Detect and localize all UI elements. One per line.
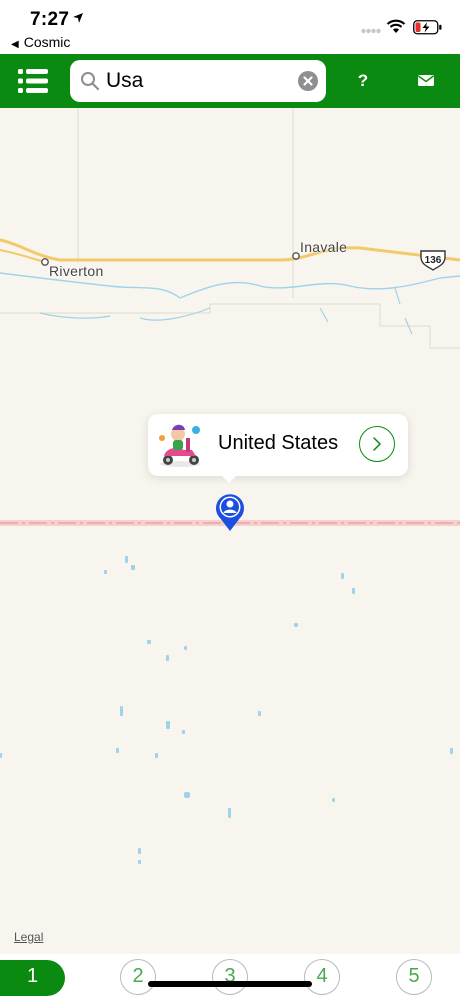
back-app-label: Cosmic — [23, 34, 71, 50]
status-bar: 7:27 ◀ Cosmic — [0, 0, 460, 54]
scooter-rider-icon — [159, 424, 200, 467]
place-label-riverton: Riverton — [49, 263, 104, 279]
back-to-app-link[interactable]: ◀ Cosmic — [11, 34, 70, 50]
route-shield-label: 136 — [425, 255, 442, 266]
callout-title: United States — [218, 432, 339, 454]
back-triangle-icon: ◀ — [11, 39, 19, 50]
location-callout[interactable]: United States — [148, 414, 408, 476]
tab-2[interactable]: 2 — [120, 959, 156, 995]
search-bar — [70, 60, 326, 102]
search-icon — [81, 72, 100, 91]
detail-disclosure-button[interactable] — [359, 426, 395, 462]
tab-4[interactable]: 4 — [304, 959, 340, 995]
tab-bar: 1 2 3 4 5 — [0, 954, 460, 996]
callout-pointer — [218, 472, 240, 483]
location-arrow-icon — [73, 13, 83, 23]
clear-search-button[interactable] — [298, 71, 318, 91]
search-input[interactable] — [106, 67, 286, 95]
wifi-icon — [386, 19, 406, 33]
tab-3[interactable]: 3 — [212, 959, 248, 995]
tab-1[interactable]: 1 — [0, 960, 65, 996]
screen: 7:27 ◀ Cosmic Usa ? Riverton Inavale 136… — [0, 0, 460, 996]
route-shield-icon: 136 — [420, 250, 446, 271]
person-pin-icon[interactable] — [214, 492, 246, 532]
toolbar: ? — [0, 54, 460, 108]
legal-link[interactable]: Legal — [14, 930, 43, 944]
map-view[interactable]: Riverton Inavale 136 United States Legal — [0, 108, 460, 954]
chevron-right-icon — [373, 437, 382, 451]
tab-5[interactable]: 5 — [396, 959, 432, 995]
status-time: 7:27 — [30, 9, 70, 30]
help-button[interactable]: ? — [350, 68, 376, 94]
signal-icon — [361, 28, 381, 34]
list-icon[interactable] — [18, 68, 48, 94]
close-icon — [303, 76, 313, 86]
place-label-inavale: Inavale — [300, 239, 348, 255]
battery-charging-icon — [413, 20, 442, 35]
home-indicator — [148, 981, 312, 987]
envelope-icon[interactable] — [416, 73, 438, 89]
